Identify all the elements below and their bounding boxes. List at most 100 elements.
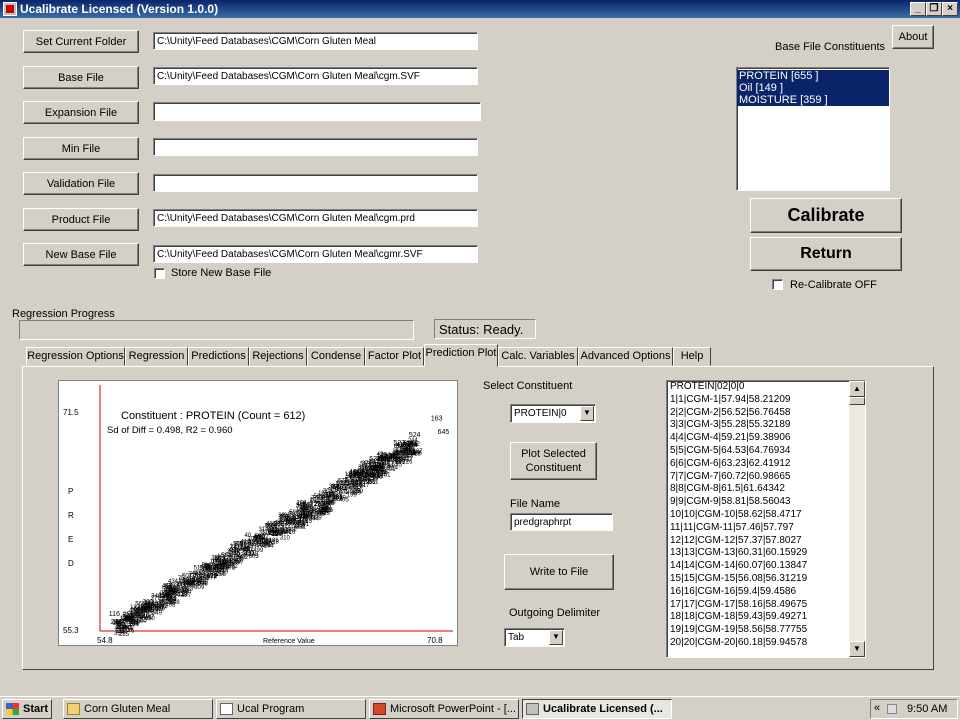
expansion-file-field[interactable]: [153, 102, 481, 121]
task-ucalibrate[interactable]: Ucalibrate Licensed (...: [522, 699, 672, 719]
point-label: 112: [135, 617, 146, 624]
min-file-button[interactable]: Min File: [23, 137, 139, 160]
list-item[interactable]: 6|6|CGM-6|63.23|62.41912: [667, 458, 865, 471]
list-item[interactable]: 14|14|CGM-14|60.07|60.13847: [667, 560, 865, 573]
list-item[interactable]: PROTEIN [655 ]: [737, 70, 889, 82]
chevron-down-icon[interactable]: ▼: [580, 406, 594, 421]
tab-regression-options[interactable]: Regression Options: [26, 347, 125, 366]
chart-subtitle: Sd of Diff = 0.498, R2 = 0.960: [107, 425, 233, 436]
base-file-button[interactable]: Base File: [23, 66, 139, 89]
chevron-down-icon[interactable]: ▼: [549, 630, 563, 645]
scatter-point: 604: [151, 602, 162, 608]
list-item[interactable]: MOISTURE [359 ]: [737, 94, 889, 106]
scroll-thumb[interactable]: [849, 397, 865, 405]
new-base-file-field[interactable]: C:\Unity\Feed Databases\CGM\Corn Gluten …: [153, 245, 478, 263]
recalibrate-label: Re-Calibrate OFF: [790, 279, 877, 291]
list-item[interactable]: 13|13|CGM-13|60.31|60.15929: [667, 547, 865, 560]
clock[interactable]: 9:50 AM: [907, 703, 947, 715]
recalibrate-checkbox[interactable]: [772, 279, 783, 290]
prediction-plot-chart: 71.5 55.3 54.8 70.8 Reference Value Cons…: [58, 380, 458, 646]
task-powerpoint[interactable]: Microsoft PowerPoint - [...: [369, 699, 519, 719]
y-axis-label-letter: D: [68, 559, 74, 568]
y-axis-label-letter: E: [68, 535, 73, 544]
tray-chevron-icon[interactable]: «: [874, 702, 880, 714]
list-item[interactable]: 19|19|CGM-19|58.56|58.77755: [667, 624, 865, 637]
list-item[interactable]: PROTEIN|02|0|0: [667, 381, 865, 394]
list-item[interactable]: 1|1|CGM-1|57.94|58.21209: [667, 394, 865, 407]
minimize-button[interactable]: _: [910, 2, 926, 16]
validation-file-field[interactable]: [153, 174, 478, 192]
speaker-icon[interactable]: [887, 704, 897, 714]
start-button[interactable]: Start: [2, 699, 52, 719]
list-item[interactable]: 3|3|CGM-3|55.28|55.32189: [667, 419, 865, 432]
tab-advanced-options[interactable]: Advanced Options: [578, 347, 673, 366]
vertical-scrollbar[interactable]: ▲ ▼: [849, 381, 865, 657]
product-file-button[interactable]: Product File: [23, 208, 139, 231]
list-item[interactable]: 20|20|CGM-20|60.18|59.94578: [667, 637, 865, 650]
x-min-label: 54.8: [97, 636, 113, 645]
restore-button[interactable]: ❐: [926, 2, 942, 16]
list-item[interactable]: 2|2|CGM-2|56.52|56.76458: [667, 407, 865, 420]
scatter-point: 607: [186, 580, 197, 586]
current-folder-field[interactable]: C:\Unity\Feed Databases\CGM\Corn Gluten …: [153, 32, 478, 50]
list-item[interactable]: 8|8|CGM-8|61.5|61.64342: [667, 483, 865, 496]
write-to-file-button[interactable]: Write to File: [504, 554, 614, 590]
list-item[interactable]: 11|11|CGM-11|57.46|57.797: [667, 522, 865, 535]
base-file-field[interactable]: C:\Unity\Feed Databases\CGM\Corn Gluten …: [153, 67, 478, 85]
file-name-label: File Name: [510, 498, 561, 510]
calibrate-button[interactable]: Calibrate: [750, 198, 902, 233]
about-button[interactable]: About: [892, 25, 934, 49]
start-label: Start: [23, 703, 49, 715]
list-item[interactable]: 9|9|CGM-9|58.81|58.56043: [667, 496, 865, 509]
min-file-field[interactable]: [153, 138, 478, 156]
scatter-point: 597: [351, 487, 362, 493]
scroll-down-icon[interactable]: ▼: [849, 641, 865, 657]
x-max-label: 70.8: [427, 636, 443, 645]
list-item[interactable]: 18|18|CGM-18|59.43|59.49271: [667, 611, 865, 624]
scroll-up-icon[interactable]: ▲: [849, 381, 865, 397]
tab-prediction-plot[interactable]: Prediction Plot: [424, 344, 498, 367]
list-item[interactable]: 15|15|CGM-15|56.08|56.31219: [667, 573, 865, 586]
file-name-input[interactable]: predgraphrpt: [510, 513, 613, 531]
constituent-select[interactable]: PROTEIN|0 ▼: [510, 404, 596, 423]
new-base-file-button[interactable]: New Base File: [23, 243, 139, 266]
tab-help[interactable]: Help: [673, 347, 711, 366]
list-item[interactable]: 7|7|CGM-7|60.72|60.98665: [667, 471, 865, 484]
list-item[interactable]: 5|5|CGM-5|64.53|64.76934: [667, 445, 865, 458]
taskbar: Start Corn Gluten Meal Ucal Program Micr…: [0, 696, 960, 720]
tab-condense[interactable]: Condense: [307, 347, 365, 366]
scatter-point: 598: [289, 510, 300, 516]
list-item[interactable]: Oil [149 ]: [737, 82, 889, 94]
list-item[interactable]: 4|4|CGM-4|59.21|59.38906: [667, 432, 865, 445]
tab-regression[interactable]: Regression: [125, 347, 188, 366]
close-button[interactable]: ×: [942, 2, 958, 16]
product-file-field[interactable]: C:\Unity\Feed Databases\CGM\Corn Gluten …: [153, 209, 478, 227]
task-corn-gluten-meal[interactable]: Corn Gluten Meal: [63, 699, 213, 719]
list-item[interactable]: 12|12|CGM-12|57.37|57.8027: [667, 535, 865, 548]
store-new-base-file-checkbox[interactable]: [154, 268, 165, 279]
chart-title: Constituent : PROTEIN (Count = 612): [121, 410, 305, 422]
return-button[interactable]: Return: [750, 237, 902, 271]
set-current-folder-button[interactable]: Set Current Folder: [23, 30, 139, 53]
list-item[interactable]: 16|16|CGM-16|59.4|59.4586: [667, 586, 865, 599]
app-icon: [526, 703, 539, 715]
store-new-base-file-label: Store New Base File: [171, 267, 272, 279]
validation-file-button[interactable]: Validation File: [23, 172, 139, 195]
tab-rejections[interactable]: Rejections: [249, 347, 307, 366]
task-ucal-program[interactable]: Ucal Program: [216, 699, 366, 719]
scatter-point: 520: [319, 506, 330, 512]
point-label: 305: [387, 458, 399, 465]
base-constituents-list[interactable]: PROTEIN [655 ] Oil [149 ] MOISTURE [359 …: [736, 67, 890, 191]
list-item[interactable]: 17|17|CGM-17|58.16|58.49675: [667, 599, 865, 612]
tab-factor-plot[interactable]: Factor Plot: [365, 347, 424, 366]
tab-predictions[interactable]: Predictions: [188, 347, 249, 366]
tab-calc-variables[interactable]: Calc. Variables: [498, 347, 578, 366]
list-item[interactable]: 10|10|CGM-10|58.62|58.4717: [667, 509, 865, 522]
scatter-point: 566: [117, 624, 128, 630]
y-axis-label: P R E D: [68, 487, 74, 568]
plot-selected-constituent-button[interactable]: Plot Selected Constituent: [510, 442, 597, 480]
expansion-file-button[interactable]: Expansion File: [23, 101, 139, 124]
delimiter-select[interactable]: Tab ▼: [504, 628, 565, 647]
scatter-point: 612: [167, 597, 178, 603]
prediction-output-list[interactable]: PROTEIN|02|0|0 1|1|CGM-1|57.94|58.21209 2|…: [666, 380, 866, 658]
